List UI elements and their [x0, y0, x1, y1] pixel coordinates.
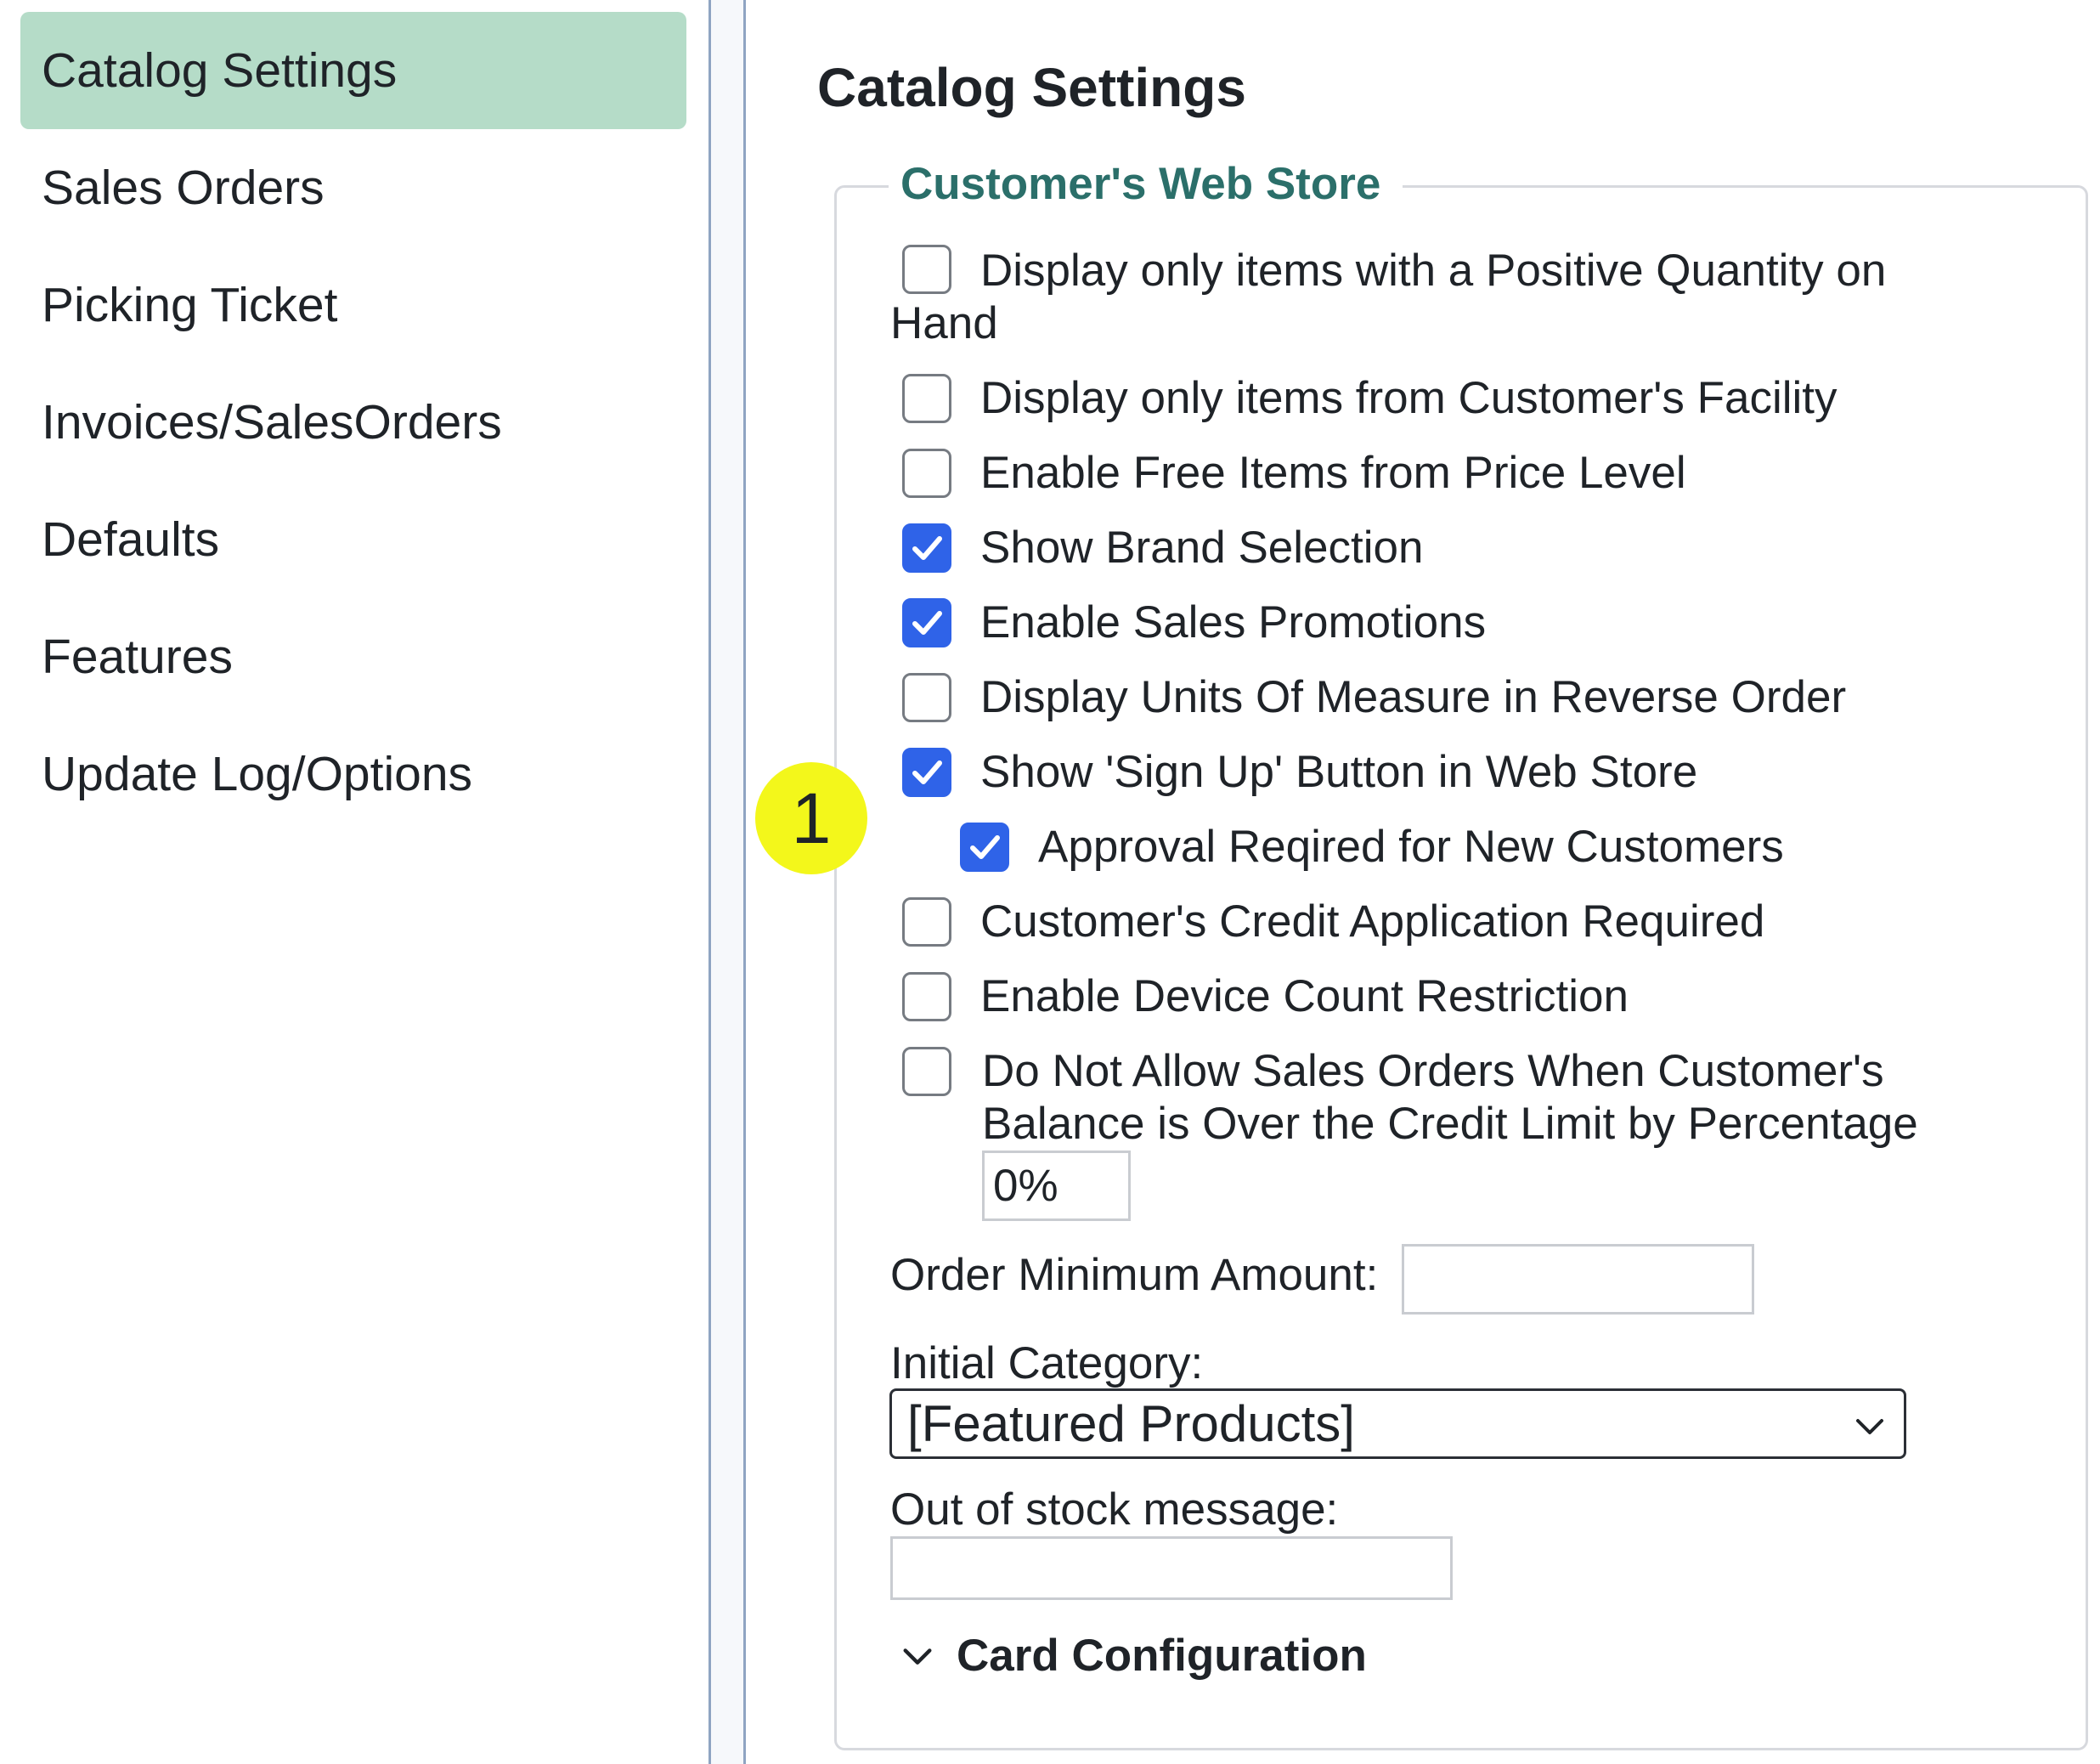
sidebar-item-defaults[interactable]: Defaults: [20, 481, 686, 598]
sign-up-button-checkbox[interactable]: [902, 748, 951, 797]
option-label: Display Units Of Measure in Reverse Orde…: [980, 672, 1847, 722]
option-label: Display only items with a Positive Quant…: [980, 246, 1887, 296]
option-label: Show 'Sign Up' Button in Web Store: [980, 747, 1698, 797]
option-label: Do Not Allow Sales Orders When Customer'…: [982, 1046, 1884, 1096]
card-configuration-toggle[interactable]: Card Configuration: [899, 1630, 1367, 1682]
sidebar: Catalog Settings Sales Orders Picking Ti…: [0, 0, 708, 1764]
chevron-down-icon: [903, 1648, 932, 1665]
option-label: Show Brand Selection: [980, 523, 1424, 573]
sidebar-item-label: Update Log/Options: [42, 747, 473, 801]
order-minimum-label: Order Minimum Amount:: [890, 1250, 1379, 1300]
initial-category-select[interactable]: [Featured Products]: [889, 1388, 1906, 1459]
app-root: Catalog Settings Sales Orders Picking Ti…: [0, 0, 2100, 1764]
checkmark-icon: [912, 536, 942, 560]
option-label: Balance is Over the Credit Limit by Perc…: [982, 1099, 1918, 1149]
sidebar-item-label: Picking Ticket: [42, 278, 338, 332]
pane-splitter[interactable]: [708, 0, 746, 1764]
approval-required-checkbox[interactable]: [960, 823, 1009, 872]
free-items-checkbox[interactable]: [902, 449, 951, 498]
sidebar-item-label: Invoices/SalesOrders: [42, 395, 502, 449]
option-label: Enable Sales Promotions: [980, 597, 1487, 647]
select-value: [Featured Products]: [907, 1395, 1355, 1452]
option-label: Approval Reqired for New Customers: [1038, 822, 1784, 872]
device-count-checkbox[interactable]: [902, 972, 951, 1021]
sales-promotions-checkbox[interactable]: [902, 598, 951, 647]
positive-quantity-checkbox[interactable]: [902, 245, 951, 294]
option-label: Hand: [890, 298, 998, 348]
order-minimum-input[interactable]: [1402, 1244, 1754, 1315]
reverse-uom-checkbox[interactable]: [902, 673, 951, 722]
credit-limit-percentage-input[interactable]: [982, 1151, 1131, 1221]
option-label: Enable Device Count Restriction: [980, 971, 1629, 1021]
credit-application-checkbox[interactable]: [902, 897, 951, 947]
sidebar-item-label: Defaults: [42, 512, 220, 567]
annotation-badge: 1: [755, 762, 867, 874]
option-label: Customer's Credit Application Required: [980, 896, 1765, 947]
page-title: Catalog Settings: [817, 57, 1246, 118]
checkmark-icon: [912, 760, 942, 784]
fieldset-legend: Customer's Web Store: [889, 158, 1403, 210]
sidebar-item-features[interactable]: Features: [20, 598, 686, 715]
sidebar-item-catalog-settings[interactable]: Catalog Settings: [20, 12, 686, 129]
option-label: Enable Free Items from Price Level: [980, 448, 1686, 498]
checkmark-icon: [912, 611, 942, 635]
chevron-down-icon: [1856, 1419, 1883, 1434]
option-label: Display only items from Customer's Facil…: [980, 373, 1838, 423]
credit-limit-block-checkbox[interactable]: [902, 1047, 951, 1096]
sidebar-item-sales-orders[interactable]: Sales Orders: [20, 129, 686, 246]
sidebar-item-invoices-salesorders[interactable]: Invoices/SalesOrders: [20, 364, 686, 481]
card-configuration-label: Card Configuration: [957, 1631, 1367, 1681]
sidebar-item-label: Sales Orders: [42, 161, 325, 215]
out-of-stock-label: Out of stock message:: [890, 1484, 1339, 1535]
checkmark-icon: [970, 835, 1000, 859]
initial-category-label: Initial Category:: [890, 1338, 1204, 1388]
brand-selection-checkbox[interactable]: [902, 523, 951, 573]
sidebar-item-update-log-options[interactable]: Update Log/Options: [20, 715, 686, 833]
customer-facility-checkbox[interactable]: [902, 374, 951, 423]
sidebar-item-label: Features: [42, 630, 233, 684]
out-of-stock-input[interactable]: [890, 1536, 1453, 1600]
sidebar-item-picking-ticket[interactable]: Picking Ticket: [20, 246, 686, 364]
sidebar-item-label: Catalog Settings: [42, 43, 398, 98]
